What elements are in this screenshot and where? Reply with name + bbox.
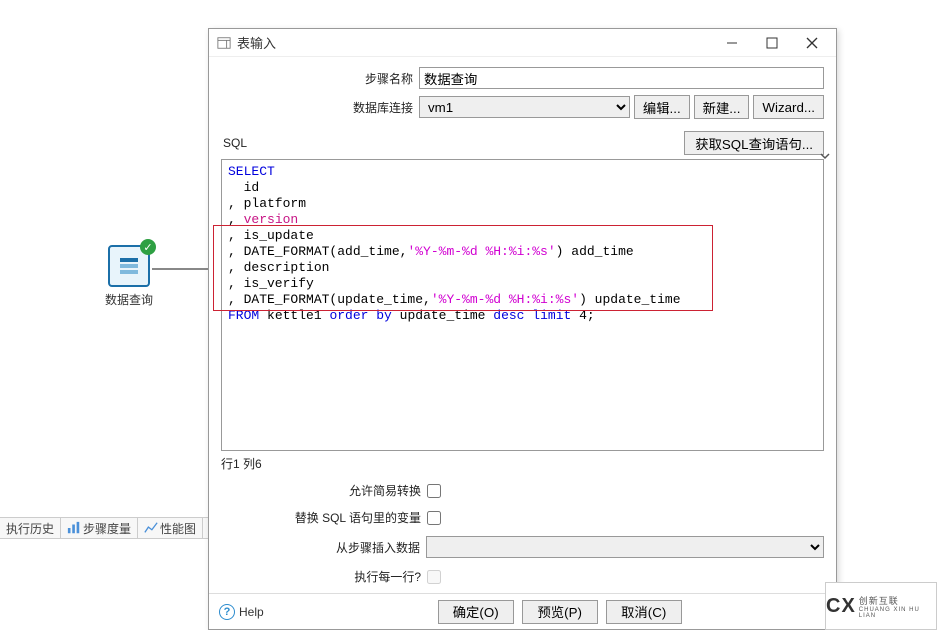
db-conn-select[interactable]: vm1 <box>419 96 630 118</box>
table-input-dialog: 表输入 步骤名称 数据库连接 vm1 编辑... 新建... Wizard...… <box>208 28 837 630</box>
edit-conn-button[interactable]: 编辑... <box>634 95 690 119</box>
help-button[interactable]: ? Help <box>219 604 264 620</box>
db-conn-label: 数据库连接 <box>221 99 419 116</box>
insert-from-step-select[interactable] <box>426 536 824 558</box>
allow-simple-label: 允许简易转换 <box>221 482 427 499</box>
button-bar: ? Help 确定(O) 预览(P) 取消(C) <box>209 593 836 629</box>
exec-each-row-checkbox <box>427 570 441 584</box>
watermark-logo: CX <box>826 595 856 618</box>
tab-label: 执行历史 <box>6 520 54 537</box>
options-block: 允许简易转换 替换 SQL 语句里的变量 从步骤插入数据 执行每一行? 记录数量… <box>221 482 824 593</box>
insert-from-step-label: 从步骤插入数据 <box>221 539 426 556</box>
watermark-line2: CHUANG XIN HU LIAN <box>859 607 936 619</box>
bg-tabstrip: 执行历史 步骤度量 性能图 <box>0 517 210 539</box>
titlebar: 表输入 <box>209 29 836 57</box>
tab-label: 性能图 <box>160 520 196 537</box>
new-conn-button[interactable]: 新建... <box>694 95 750 119</box>
row-step-name: 步骤名称 <box>221 67 824 89</box>
tab-step-metrics[interactable]: 步骤度量 <box>61 517 138 539</box>
tab-exec-history[interactable]: 执行历史 <box>0 517 61 539</box>
maximize-button[interactable] <box>752 31 792 55</box>
sql-editor[interactable]: SELECT id , platform , version , is_upda… <box>221 159 824 451</box>
sql-header: SQL 获取SQL查询语句... <box>221 131 824 155</box>
preview-button[interactable]: 预览(P) <box>522 600 598 624</box>
tab-perf-chart[interactable]: 性能图 <box>138 517 203 539</box>
allow-simple-checkbox[interactable] <box>427 484 441 498</box>
tab-label: 步骤度量 <box>83 520 131 537</box>
wizard-button[interactable]: Wizard... <box>753 95 824 119</box>
step-name-input[interactable] <box>419 67 824 89</box>
node-label: 数据查询 <box>105 291 153 308</box>
help-icon: ? <box>219 604 235 620</box>
connector-line <box>152 268 212 270</box>
node-icon-wrap: ✓ <box>108 245 150 287</box>
minimize-button[interactable] <box>712 31 752 55</box>
canvas-node[interactable]: ✓ 数据查询 <box>105 245 153 308</box>
close-button[interactable] <box>792 31 832 55</box>
window-icon <box>217 36 231 50</box>
check-badge-icon: ✓ <box>140 239 156 255</box>
chart-line-icon <box>144 521 158 535</box>
watermark-line1: 创新互联 <box>859 594 936 607</box>
editor-wrap: SELECT id , platform , version , is_upda… <box>221 159 824 451</box>
metrics-icon <box>67 521 81 535</box>
dialog-content: 步骤名称 数据库连接 vm1 编辑... 新建... Wizard... SQL… <box>209 57 836 593</box>
row-db-conn: 数据库连接 vm1 编辑... 新建... Wizard... <box>221 95 824 119</box>
replace-vars-checkbox[interactable] <box>427 511 441 525</box>
sql-label: SQL <box>221 136 247 150</box>
dropdown-arrow-icon <box>818 149 832 163</box>
watermark: CX 创新互联 CHUANG XIN HU LIAN <box>825 582 937 630</box>
ok-button[interactable]: 确定(O) <box>438 600 514 624</box>
get-sql-button[interactable]: 获取SQL查询语句... <box>684 131 824 155</box>
step-name-label: 步骤名称 <box>221 70 419 87</box>
cancel-button[interactable]: 取消(C) <box>606 600 682 624</box>
cursor-status: 行1 列6 <box>221 455 824 472</box>
replace-vars-label: 替换 SQL 语句里的变量 <box>221 509 427 526</box>
window-title: 表输入 <box>237 33 712 52</box>
exec-each-row-label: 执行每一行? <box>221 568 427 585</box>
help-label: Help <box>239 605 264 619</box>
